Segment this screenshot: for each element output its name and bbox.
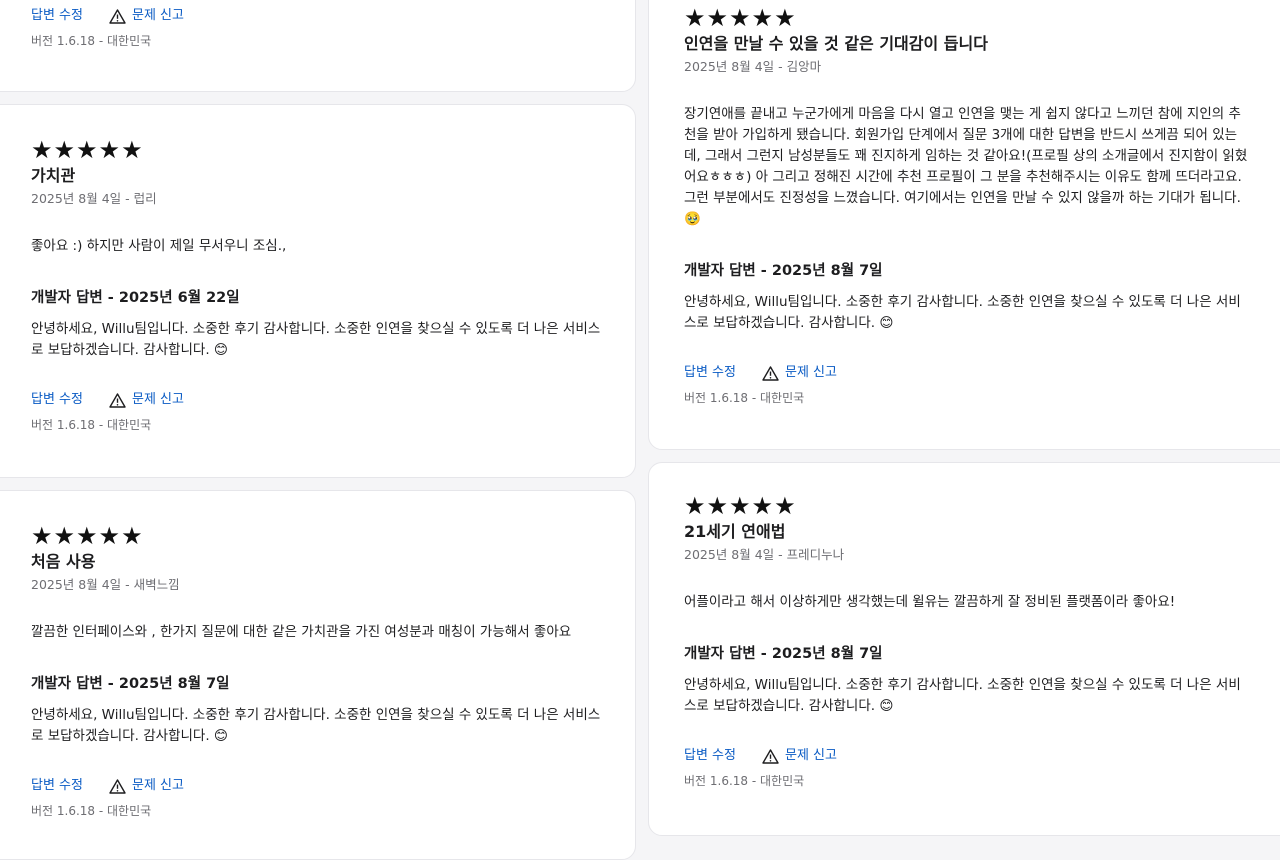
warning-icon: [109, 778, 126, 794]
developer-response-body: 안녕하세요, Willu팀입니다. 소중한 후기 감사합니다. 소중한 인연을 …: [684, 677, 1241, 714]
warning-icon: [109, 8, 126, 24]
report-issue-link[interactable]: 문제 신고: [109, 391, 184, 409]
star-rating: ★★★★★: [31, 136, 144, 164]
report-issue-label: 문제 신고: [131, 392, 184, 407]
review-actions: 답변 수정 문제 신고: [684, 747, 1275, 765]
review-title: 가치관: [31, 166, 76, 185]
report-issue-label: 문제 신고: [131, 8, 184, 23]
report-issue-label: 문제 신고: [131, 778, 184, 793]
review-card: ★★★★★ 가치관 2025년 8월 4일 - 럽리 좋아요 :) 하지만 사람…: [0, 104, 636, 478]
version-info: 버전 1.6.18 - 대한민국: [31, 418, 152, 432]
report-issue-link[interactable]: 문제 신고: [762, 747, 837, 765]
review-meta: 2025년 8월 4일 - 김앙마: [684, 59, 822, 74]
developer-response-body: 안녕하세요, Willu팀입니다. 소중한 후기 감사합니다. 소중한 인연을 …: [31, 707, 601, 744]
version-info: 버전 1.6.18 - 대한민국: [31, 34, 152, 48]
review-actions: 답변 수정 문제 신고: [31, 391, 611, 409]
review-meta: 2025년 8월 4일 - 럽리: [31, 191, 157, 206]
version-info: 버전 1.6.18 - 대한민국: [684, 774, 805, 788]
edit-reply-link[interactable]: 답변 수정: [31, 777, 83, 795]
review-card: ★★★★★ 처음 사용 2025년 8월 4일 - 새벽느낌 깔끔한 인터페이스…: [0, 490, 636, 860]
review-title: 인연을 만날 수 있을 것 같은 기대감이 듭니다: [684, 34, 988, 53]
review-body: 어플이라고 해서 이상하게만 생각했는데 윌유는 깔끔하게 잘 정비된 플랫폼이…: [684, 594, 1176, 610]
warning-icon: [762, 365, 779, 381]
warning-icon: [109, 392, 126, 408]
developer-response-title: 개발자 답변 - 2025년 8월 7일: [684, 263, 883, 279]
star-rating: ★★★★★: [684, 492, 797, 520]
report-issue-label: 문제 신고: [784, 365, 837, 380]
review-card: ★★★★★ 21세기 연애법 2025년 8월 4일 - 프레디누나 어플이라고…: [648, 462, 1280, 836]
review-title: 처음 사용: [31, 552, 96, 571]
review-meta: 2025년 8월 4일 - 프레디누나: [684, 547, 845, 562]
edit-reply-link[interactable]: 답변 수정: [684, 747, 736, 765]
review-card: 답변 수정 문제 신고 버전 1.6.18 - 대한민국: [0, 0, 636, 92]
edit-reply-link[interactable]: 답변 수정: [31, 7, 83, 25]
review-actions: 답변 수정 문제 신고: [31, 7, 184, 25]
warning-icon: [762, 748, 779, 764]
review-actions: 답변 수정 문제 신고: [31, 777, 611, 795]
report-issue-link[interactable]: 문제 신고: [109, 7, 184, 25]
review-meta: 2025년 8월 4일 - 새벽느낌: [31, 577, 180, 592]
developer-response-body: 안녕하세요, Willu팀입니다. 소중한 후기 감사합니다. 소중한 인연을 …: [684, 294, 1241, 331]
version-info: 버전 1.6.18 - 대한민국: [684, 391, 805, 405]
star-rating: ★★★★★: [684, 4, 797, 32]
report-issue-link[interactable]: 문제 신고: [109, 777, 184, 795]
edit-reply-link[interactable]: 답변 수정: [31, 391, 83, 409]
developer-response-title: 개발자 답변 - 2025년 8월 7일: [684, 646, 883, 662]
edit-reply-link[interactable]: 답변 수정: [684, 364, 736, 382]
review-actions: 답변 수정 문제 신고: [684, 364, 1275, 382]
review-body: 깔끔한 인터페이스와 , 한가지 질문에 대한 같은 가치관을 가진 여성분과 …: [31, 624, 572, 640]
report-issue-link[interactable]: 문제 신고: [762, 364, 837, 382]
review-title: 21세기 연애법: [684, 522, 786, 541]
report-issue-label: 문제 신고: [784, 748, 837, 763]
star-rating: ★★★★★: [31, 522, 144, 550]
review-body: 장기연애를 끝내고 누군가에게 마음을 다시 열고 인연을 맺는 게 쉽지 않다…: [684, 106, 1248, 227]
review-body: 좋아요 :) 하지만 사람이 제일 무서우니 조심.,: [31, 238, 287, 254]
developer-response-body: 안녕하세요, Willu팀입니다. 소중한 후기 감사합니다. 소중한 인연을 …: [31, 321, 601, 358]
developer-response-title: 개발자 답변 - 2025년 8월 7일: [31, 676, 230, 692]
developer-response-title: 개발자 답변 - 2025년 6월 22일: [31, 290, 240, 306]
version-info: 버전 1.6.18 - 대한민국: [31, 804, 152, 818]
review-card: ★★★★★ 인연을 만날 수 있을 것 같은 기대감이 듭니다 2025년 8월…: [648, 0, 1280, 450]
